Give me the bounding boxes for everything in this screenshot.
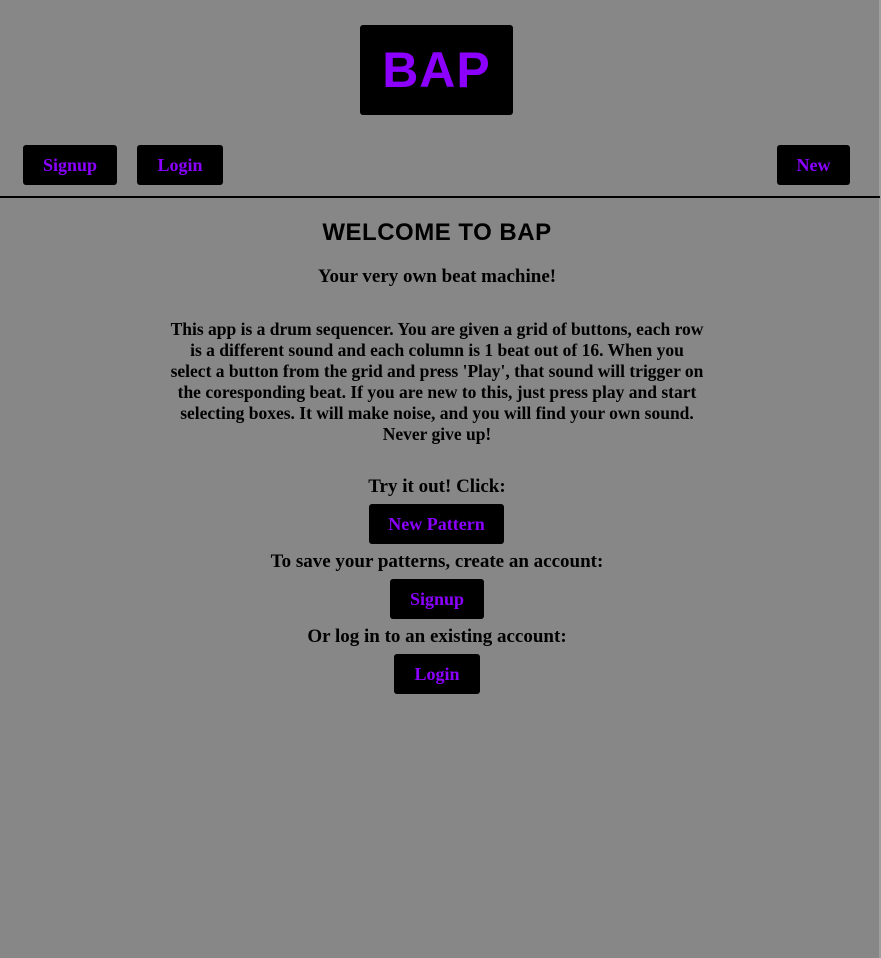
nav-new-button[interactable]: New bbox=[777, 145, 850, 185]
app-description: This app is a drum sequencer. You are gi… bbox=[170, 319, 704, 444]
try-it-prompt: Try it out! Click: bbox=[368, 476, 506, 497]
header-divider bbox=[0, 196, 880, 198]
signup-prompt: To save your patterns, create an account… bbox=[270, 551, 604, 572]
nav-login-button[interactable]: Login bbox=[137, 145, 223, 185]
tagline: Your very own beat machine! bbox=[317, 266, 557, 287]
login-button[interactable]: Login bbox=[394, 654, 480, 694]
login-prompt: Or log in to an existing account: bbox=[307, 626, 567, 647]
page-title: WELCOME TO BAP bbox=[322, 219, 552, 246]
logo[interactable]: BAP bbox=[360, 25, 513, 115]
new-pattern-button[interactable]: New Pattern bbox=[369, 504, 504, 544]
signup-button[interactable]: Signup bbox=[390, 579, 484, 619]
nav-signup-button[interactable]: Signup bbox=[23, 145, 117, 185]
